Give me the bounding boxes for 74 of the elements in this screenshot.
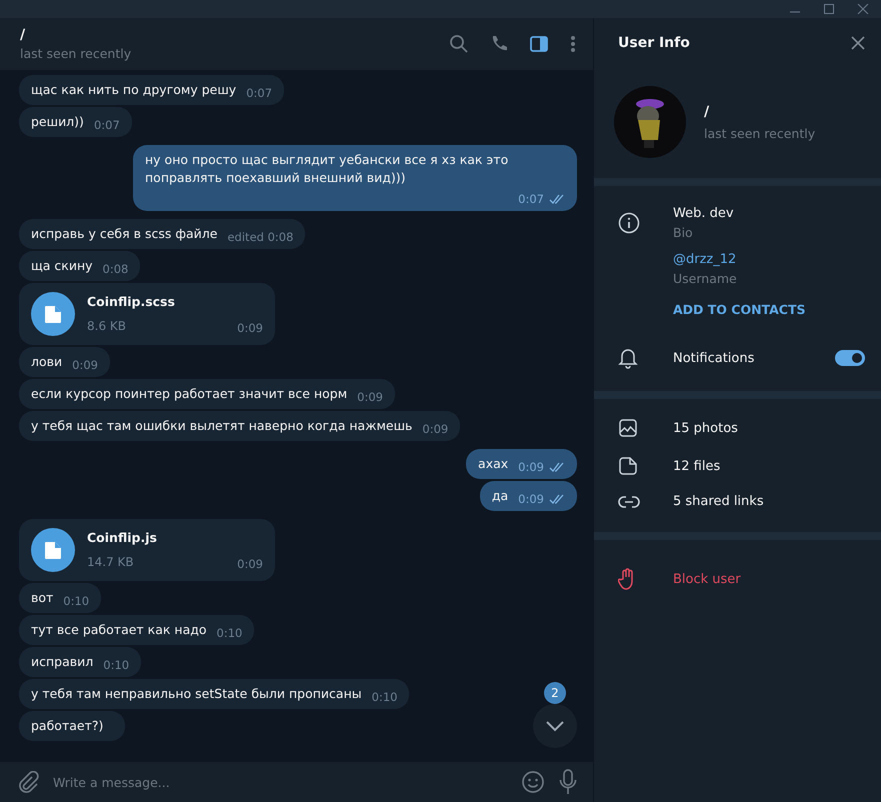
message-time: edited 0:08 (227, 229, 294, 246)
hand-icon (618, 568, 636, 590)
photo-icon (618, 418, 638, 438)
message-time: 0:08 (102, 261, 128, 278)
notifications-toggle[interactable] (835, 350, 865, 366)
bell-icon (618, 347, 638, 369)
media-link[interactable]: 5 shared links (673, 494, 764, 509)
close-icon[interactable] (857, 4, 869, 14)
file-name: Coinflip.scss (87, 293, 176, 311)
media-link[interactable]: 15 photos (673, 420, 738, 436)
file-size: 8.6 KB (87, 318, 127, 335)
message-time: 0:07 (94, 117, 120, 134)
file-icon[interactable] (31, 528, 75, 572)
microphone-icon[interactable] (559, 769, 577, 795)
maximize-icon[interactable] (823, 4, 835, 14)
message-text: щас как нить по другому решу (31, 81, 236, 99)
unread-badge: 2 (544, 682, 566, 704)
panel-title: User Info (618, 35, 690, 51)
detail-label: Username (673, 271, 737, 286)
message-input[interactable]: Write a message... (53, 768, 495, 796)
message-time: 0:09 (518, 491, 544, 508)
message-text: исправь у себя в scss файле (31, 225, 218, 243)
file-icon (618, 456, 638, 476)
message-text: у тебя щас там ошибки вылетят наверно когда нажмешь (31, 417, 412, 435)
message-time: 0:09 (357, 389, 383, 406)
message-time: 0:09 (237, 320, 263, 337)
message-text: у тебя там неправильно setState были прописаны (31, 685, 362, 703)
message-time: 0:09 (422, 421, 448, 438)
notifications-label: Notifications (673, 350, 756, 366)
emoji-icon[interactable] (521, 770, 545, 794)
file-name: Coinflip.js (87, 529, 158, 547)
scroll-down-button[interactable] (533, 704, 577, 748)
chevron-down-icon (545, 720, 565, 732)
message-text: ща скину (31, 257, 93, 275)
message-text: да (492, 487, 508, 505)
chat-title: / (20, 27, 26, 43)
paperclip-icon[interactable] (17, 771, 39, 793)
message-text: тут все работает как надо (31, 621, 207, 639)
message-time: 0:10 (372, 689, 398, 706)
close-icon[interactable] (851, 36, 865, 50)
detail-value: Web. dev (673, 206, 734, 221)
message-text: ахах (478, 455, 508, 473)
media-link[interactable]: 12 files (673, 458, 720, 474)
link-icon (618, 494, 640, 508)
message-time: 0:10 (103, 657, 130, 674)
search-icon[interactable] (449, 34, 469, 54)
message-text: вот (31, 589, 54, 607)
message-text: решил)) (31, 113, 84, 131)
add-to-contacts-button[interactable]: ADD TO CONTACTS (673, 298, 806, 321)
message-time: 0:09 (518, 459, 544, 476)
file-message[interactable]: Coinflip.js 14.7 KB 0:09 (19, 519, 275, 581)
detail-label: Bio (673, 225, 693, 240)
message-time: 0:10 (63, 593, 90, 610)
info-icon (618, 212, 640, 234)
message-text: ну оно просто щас выглядит уебански все я хз как это поправлять поехавший внешний вид))) (145, 151, 510, 187)
file-size: 14.7 KB (87, 554, 135, 571)
more-icon[interactable] (569, 34, 577, 54)
message-time: 0:09 (237, 556, 263, 573)
sidebar-icon[interactable] (529, 34, 549, 54)
message-time: 0:10 (216, 625, 242, 642)
message-text: работает?) (31, 717, 104, 735)
file-icon[interactable] (31, 292, 75, 336)
profile-name: / (704, 104, 710, 120)
detail-value[interactable]: @drzz_12 (673, 252, 736, 267)
profile-status: last seen recently (704, 126, 816, 140)
message-time: 0:09 (72, 357, 98, 374)
message-text: если курсор поинтер работает значит все норм (31, 385, 348, 403)
message-text: исправил (31, 653, 94, 671)
file-message[interactable]: Coinflip.scss 8.6 KB 0:09 (19, 283, 275, 345)
block-user-button[interactable]: Block user (673, 572, 741, 586)
message-text: лови (31, 353, 62, 371)
message-time: 0:07 (518, 191, 544, 208)
chat-status: last seen recently (20, 46, 132, 61)
message-time: 0:07 (246, 85, 272, 102)
